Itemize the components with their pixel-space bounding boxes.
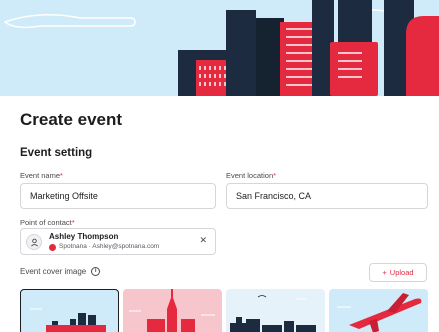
point-of-contact-label: Point of contact* (20, 218, 75, 227)
cover-thumbnail-pink-tower[interactable] (123, 289, 222, 332)
event-name-label-text: Event name (20, 171, 61, 180)
plus-icon: + (382, 268, 387, 277)
event-name-input[interactable]: Marketing Offsite (20, 183, 216, 209)
point-of-contact-chip[interactable]: Ashley Thompson Spotnana · Ashley@spotna… (20, 228, 216, 255)
cover-image-label-text: Event cover image (20, 267, 87, 276)
cover-thumbnail-red-airplane[interactable] (329, 289, 428, 332)
person-icon (26, 234, 42, 250)
event-location-label-text: Event location (226, 171, 274, 180)
section-title: Event setting (20, 147, 93, 159)
upload-label: Upload (389, 268, 414, 277)
cover-thumbnail-bridge-skyline[interactable] (226, 289, 325, 332)
info-icon[interactable]: i (91, 267, 101, 276)
contact-details: Spotnana · Ashley@spotnana.com (59, 243, 159, 250)
event-location-input[interactable]: San Francisco, CA (226, 183, 428, 209)
upload-button[interactable]: + Upload (369, 263, 427, 282)
required-marker: * (273, 171, 277, 180)
city-skyline-illustration (0, 0, 439, 96)
page-title: Create event (20, 110, 123, 129)
contact-separator: · (88, 243, 91, 250)
point-of-contact-label-text: Point of contact (20, 218, 72, 227)
contact-company: Spotnana (59, 243, 87, 250)
event-name-label: Event name* (20, 171, 63, 180)
contact-name: Ashley Thompson (49, 232, 119, 241)
cover-thumbnail-city-skyline-navy[interactable] (20, 289, 119, 332)
event-location-value: San Francisco, CA (236, 191, 312, 201)
event-location-label: Event location* (226, 171, 276, 180)
hero-banner (0, 0, 439, 96)
required-marker: * (71, 218, 75, 227)
event-name-value: Marketing Offsite (30, 191, 98, 201)
company-logo-icon (49, 244, 56, 251)
required-marker: * (60, 171, 63, 180)
close-icon[interactable]: ✕ (199, 236, 207, 245)
cover-image-label: Event cover image i (20, 267, 101, 276)
contact-email: Ashley@spotnana.com (92, 243, 160, 250)
